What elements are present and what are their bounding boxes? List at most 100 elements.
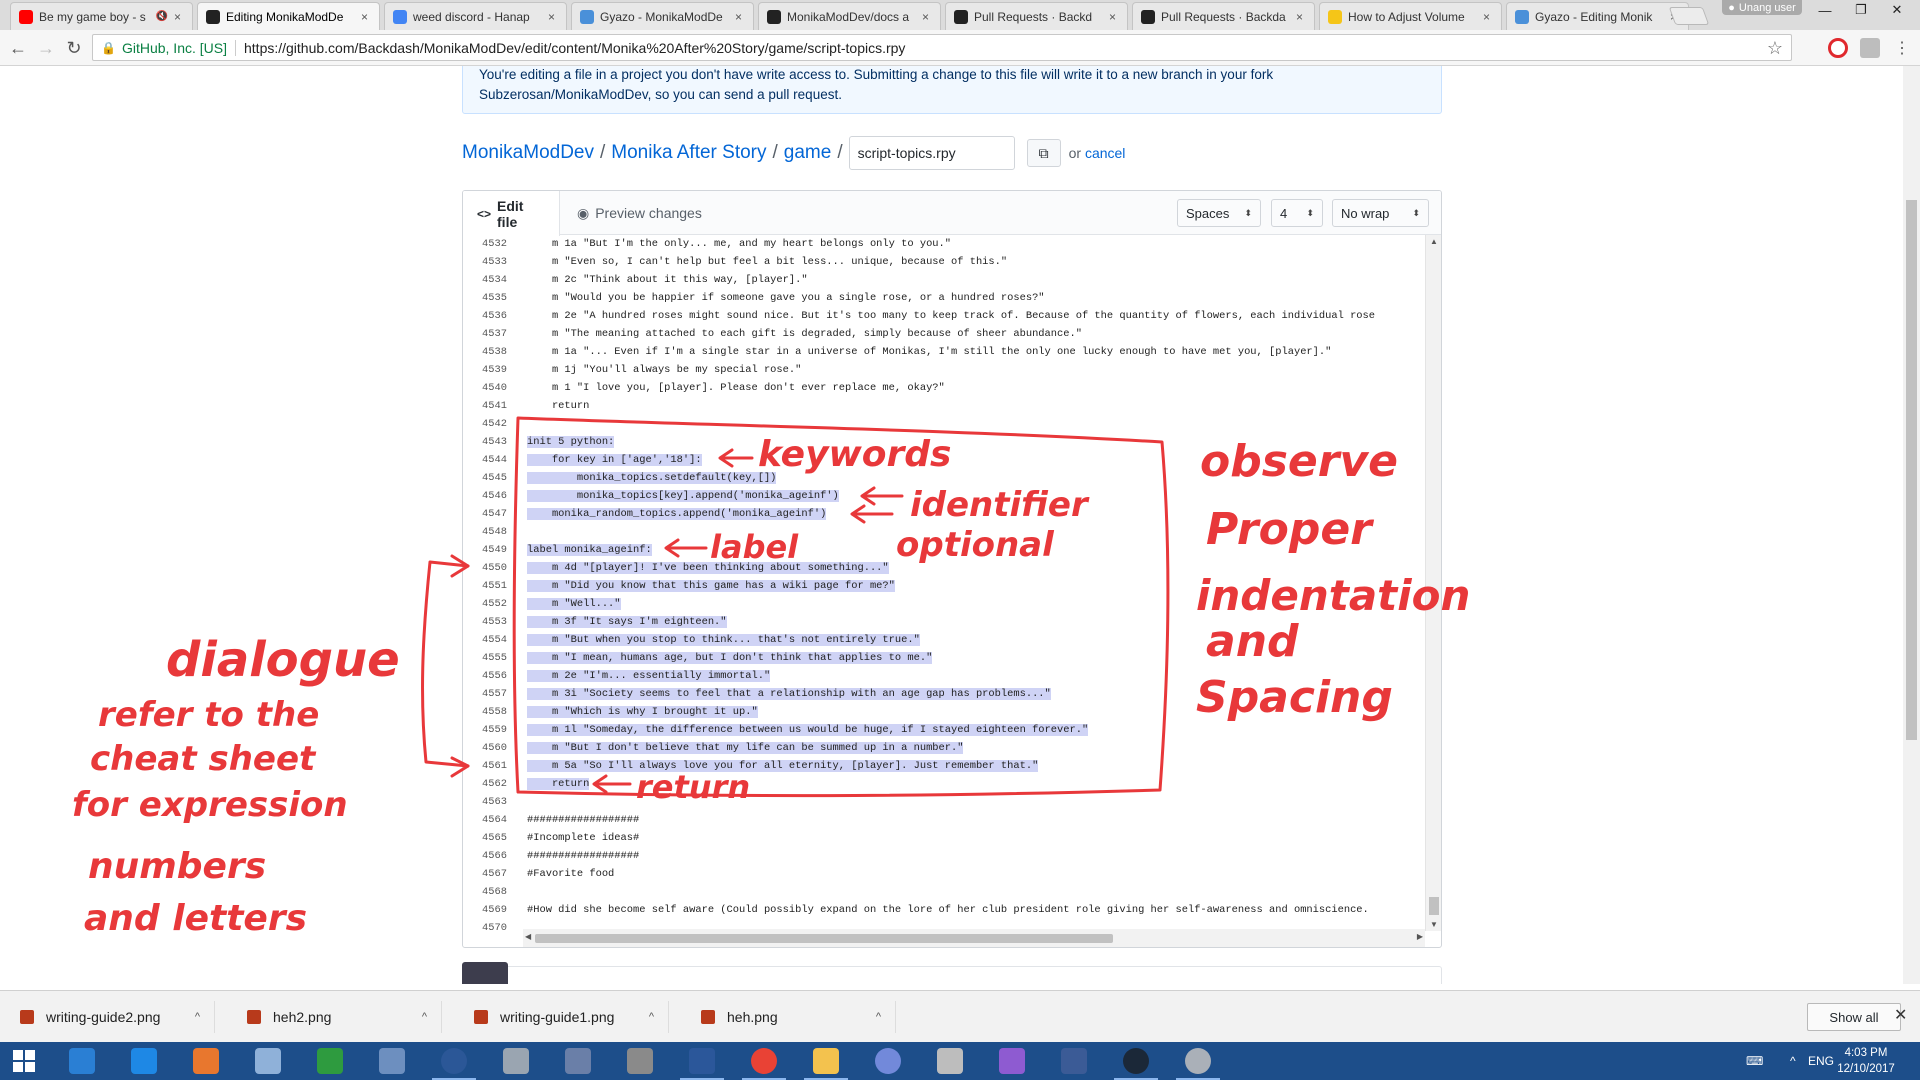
code-line[interactable]: 4562 return [463, 775, 1425, 793]
code-line[interactable]: 4558 m "Which is why I brought it up." [463, 703, 1425, 721]
cancel-link[interactable]: cancel [1085, 145, 1125, 161]
code-line[interactable]: 4536 m 2e "A hundred roses might sound n… [463, 307, 1425, 325]
address-bar[interactable]: 🔒 GitHub, Inc. [US] https://github.com/B… [92, 34, 1792, 61]
browser-tab[interactable]: How to Adjust Volume × [1319, 2, 1502, 30]
taskbar-app-grid[interactable] [362, 1042, 422, 1080]
taskbar-app-window[interactable] [548, 1042, 608, 1080]
browser-tab[interactable]: weed discord - Hanap × [384, 2, 567, 30]
code-line[interactable]: 4569 #How did she become self aware (Coul… [463, 901, 1425, 919]
code-line[interactable]: 4564 ################## [463, 811, 1425, 829]
code-line[interactable]: 4559 m 1l "Someday, the difference betwe… [463, 721, 1425, 739]
download-menu-caret-icon[interactable]: ^ [195, 1011, 200, 1023]
code-line[interactable]: 4543 init 5 python: [463, 433, 1425, 451]
download-item[interactable]: heh2.png ^ [227, 1001, 442, 1033]
indent-mode-select[interactable]: Spaces ⬍ [1177, 199, 1261, 227]
scroll-down-icon[interactable]: ▼ [1430, 920, 1438, 929]
clock[interactable]: 4:03 PM 12/10/2017 [1836, 1045, 1896, 1077]
code-line[interactable]: 4566 ################## [463, 847, 1425, 865]
new-tab-button[interactable] [1668, 7, 1710, 25]
back-button[interactable]: ← [6, 36, 30, 60]
code-line[interactable]: 4538 m 1a "... Even if I'm a single star… [463, 343, 1425, 361]
code-area[interactable]: 4532 m 1a "But I'm the only... me, and m… [463, 235, 1425, 931]
taskbar-file-explorer[interactable] [796, 1042, 856, 1080]
show-all-downloads-button[interactable]: Show all [1807, 1003, 1901, 1031]
taskbar-pdf-app[interactable] [52, 1042, 112, 1080]
breadcrumb-folder-link[interactable]: game [784, 142, 832, 164]
close-tab-icon[interactable]: × [1296, 10, 1306, 24]
wrap-mode-select[interactable]: No wrap ⬍ [1332, 199, 1429, 227]
download-menu-caret-icon[interactable]: ^ [422, 1011, 427, 1023]
start-button[interactable] [0, 1042, 48, 1080]
editor-horizontal-scrollbar[interactable]: ◀ ▶ [523, 929, 1425, 947]
keyboard-icon[interactable]: ⌨ [1746, 1042, 1763, 1080]
close-tab-icon[interactable]: × [1483, 10, 1493, 24]
minimize-button[interactable]: — [1808, 0, 1842, 20]
code-line[interactable]: 4565 #Incomplete ideas# [463, 829, 1425, 847]
code-line[interactable]: 4537 m "The meaning attached to each gif… [463, 325, 1425, 343]
opera-extension-icon[interactable] [1828, 38, 1848, 58]
close-tab-icon[interactable]: × [735, 10, 745, 24]
breadcrumb-repo-link[interactable]: MonikaModDev [462, 142, 594, 164]
code-line[interactable]: 4567 #Favorite food [463, 865, 1425, 883]
taskbar-steam[interactable] [1106, 1042, 1166, 1080]
bookmark-star-icon[interactable]: ☆ [1767, 38, 1783, 59]
taskbar-app-plane[interactable] [238, 1042, 298, 1080]
code-line[interactable]: 4533 m "Even so, I can't help but feel a… [463, 253, 1425, 271]
code-line[interactable]: 4560 m "But I don't believe that my life… [463, 739, 1425, 757]
download-item[interactable]: writing-guide1.png ^ [454, 1001, 669, 1033]
taskbar-app-swirl[interactable] [920, 1042, 980, 1080]
taskbar-visual-studio[interactable] [982, 1042, 1042, 1080]
download-item[interactable]: heh.png ^ [681, 1001, 896, 1033]
browser-tab[interactable]: Pull Requests · Backd × [945, 2, 1128, 30]
code-line[interactable]: 4544 for key in ['age','18']: [463, 451, 1425, 469]
taskbar-store[interactable] [300, 1042, 360, 1080]
scrollbar-thumb[interactable] [535, 934, 1113, 943]
indent-size-select[interactable]: 4 ⬍ [1271, 199, 1323, 227]
browser-tab[interactable]: Pull Requests · Backda × [1132, 2, 1315, 30]
taskbar-app-circle[interactable] [424, 1042, 484, 1080]
close-tab-icon[interactable]: × [174, 10, 184, 24]
breadcrumb-folder-link[interactable]: Monika After Story [611, 142, 766, 164]
code-line[interactable]: 4553 m 3f "It says I'm eighteen." [463, 613, 1425, 631]
profile-badge[interactable]: ● Unang user [1722, 0, 1802, 15]
taskbar-word[interactable] [672, 1042, 732, 1080]
copy-path-button[interactable]: ⧉ [1026, 139, 1061, 167]
code-line[interactable]: 4547 monika_random_topics.append('monika… [463, 505, 1425, 523]
reload-button[interactable]: ↻ [62, 36, 86, 60]
browser-tab[interactable]: Gyazo - MonikaModDe × [571, 2, 754, 30]
browser-tab[interactable]: Gyazo - Editing Monik× [1506, 2, 1689, 30]
code-line[interactable]: 4534 m 2c "Think about it this way, [pla… [463, 271, 1425, 289]
scroll-left-icon[interactable]: ◀ [525, 932, 531, 941]
close-tab-icon[interactable]: × [1109, 10, 1119, 24]
taskbar-discord[interactable] [858, 1042, 918, 1080]
code-line[interactable]: 4541 return [463, 397, 1425, 415]
scrollbar-thumb[interactable] [1429, 897, 1439, 915]
taskbar-app-a[interactable] [1044, 1042, 1104, 1080]
code-line[interactable]: 4540 m 1 "I love you, [player]. Please d… [463, 379, 1425, 397]
code-line[interactable]: 4535 m "Would you be happier if someone … [463, 289, 1425, 307]
tab-edit-file[interactable]: <> Edit file [463, 191, 560, 236]
taskbar-internet-explorer[interactable] [114, 1042, 174, 1080]
code-line[interactable]: 4542 [463, 415, 1425, 433]
taskbar-app-orange[interactable] [176, 1042, 236, 1080]
taskbar-chrome[interactable] [734, 1042, 794, 1080]
code-line[interactable]: 4561 m 5a "So I'll always love you for a… [463, 757, 1425, 775]
maximize-button[interactable]: ❐ [1844, 0, 1878, 20]
taskbar-app-grid2[interactable] [610, 1042, 670, 1080]
code-line[interactable]: 4556 m 2e "I'm... essentially immortal." [463, 667, 1425, 685]
taskbar-app-squares[interactable] [486, 1042, 546, 1080]
page-scrollbar[interactable] [1903, 66, 1920, 984]
close-tab-icon[interactable]: × [361, 10, 371, 24]
close-tab-icon[interactable]: × [548, 10, 558, 24]
scrollbar-thumb[interactable] [1906, 200, 1917, 740]
scroll-right-icon[interactable]: ▶ [1417, 932, 1423, 941]
code-line[interactable]: 4545 monika_topics.setdefault(key,[]) [463, 469, 1425, 487]
download-item[interactable]: writing-guide2.png ^ [0, 1001, 215, 1033]
forward-button[interactable]: → [34, 36, 58, 60]
close-window-button[interactable]: ✕ [1880, 0, 1914, 20]
code-line[interactable]: 4554 m "But when you stop to think... th… [463, 631, 1425, 649]
code-line[interactable]: 4532 m 1a "But I'm the only... me, and m… [463, 235, 1425, 253]
mute-icon[interactable]: 🔇 [156, 11, 168, 22]
scroll-up-icon[interactable]: ▲ [1430, 237, 1438, 246]
download-menu-caret-icon[interactable]: ^ [876, 1011, 881, 1023]
